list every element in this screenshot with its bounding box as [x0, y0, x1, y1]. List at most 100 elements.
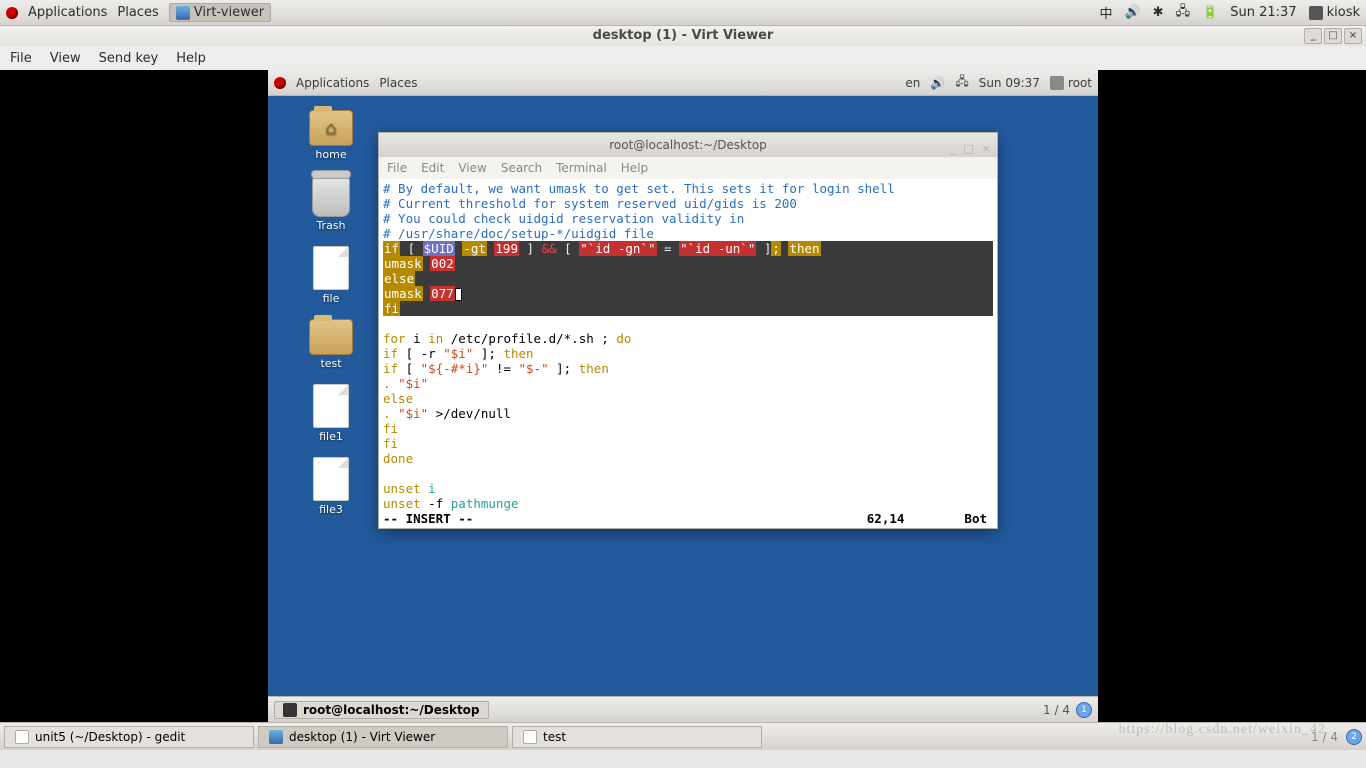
power-icon	[1309, 6, 1323, 20]
term-menu-edit[interactable]: Edit	[421, 161, 444, 175]
desktop-icon-file[interactable]: file	[296, 246, 366, 305]
term-menu-help[interactable]: Help	[621, 161, 648, 175]
guest-desktop[interactable]: Applications Places en 🔊 🖧 Sun 09:37 roo…	[268, 70, 1098, 722]
desktop-icon-file3[interactable]: file3	[296, 457, 366, 516]
redhat-icon	[274, 77, 286, 89]
code-comment: # Current threshold for system reserved …	[383, 196, 993, 211]
minimize-button[interactable]: _	[950, 137, 956, 161]
term-menu-view[interactable]: View	[458, 161, 486, 175]
guest-bottom-panel: root@localhost:~/Desktop 1 / 4 1	[268, 696, 1098, 722]
desktop-icon-trash[interactable]: Trash	[296, 175, 366, 232]
network-icon[interactable]: 🖧	[1176, 2, 1191, 24]
file-icon	[313, 384, 349, 428]
desktop-icon-file1[interactable]: file1	[296, 384, 366, 443]
code-line-highlight: else	[383, 271, 993, 286]
desktop-icon-test[interactable]: test	[296, 319, 366, 370]
bluetooth-icon[interactable]: ✱	[1153, 5, 1164, 20]
code-line: . "$i" >/dev/null	[383, 406, 993, 421]
vim-status-line: -- INSERT --62,14Bot	[383, 511, 993, 526]
ime-indicator[interactable]: 中	[1099, 3, 1112, 22]
code-line-highlight: umask 002	[383, 256, 993, 271]
close-button[interactable]: ×	[1344, 28, 1362, 44]
cursor	[455, 288, 462, 301]
maximize-button[interactable]: □	[963, 137, 973, 161]
taskbar-item-gedit[interactable]: unit5 (~/Desktop) - gedit	[4, 726, 254, 748]
guest-user-label: root	[1068, 76, 1092, 90]
workspace-indicator[interactable]: 1 / 4	[1043, 703, 1070, 717]
host-applications-menu[interactable]: Applications	[28, 5, 107, 20]
file-icon	[313, 457, 349, 501]
host-task-label: Virt-viewer	[194, 5, 264, 20]
redhat-icon	[6, 7, 18, 19]
taskbar-item-test[interactable]: test	[512, 726, 762, 748]
vim-scroll: Bot	[964, 511, 993, 526]
code-line: if [ -r "$i" ]; then	[383, 346, 993, 361]
code-comment: # By default, we want umask to get set. …	[383, 181, 993, 196]
vm-display-area: Applications Places en 🔊 🖧 Sun 09:37 roo…	[0, 70, 1366, 722]
folder-icon	[309, 319, 353, 355]
close-button[interactable]: ×	[982, 137, 991, 161]
volume-icon[interactable]: 🔊	[1124, 5, 1140, 20]
icon-label: file1	[319, 430, 343, 443]
file-icon	[313, 246, 349, 290]
code-line: unset -f pathmunge	[383, 496, 993, 511]
workspace-switcher-icon[interactable]: 1	[1076, 702, 1092, 718]
terminal-title: root@localhost:~/Desktop	[609, 138, 767, 152]
vim-position: 62,14	[867, 511, 965, 526]
document-icon	[523, 730, 537, 744]
battery-icon[interactable]: 🔋	[1202, 5, 1218, 20]
code-line: if [ "${-#*i}" != "$-" ]; then	[383, 361, 993, 376]
code-line: unset i	[383, 481, 993, 496]
code-line: done	[383, 451, 993, 466]
guest-applications-menu[interactable]: Applications	[296, 76, 369, 90]
virt-menu-file[interactable]: File	[10, 51, 32, 66]
icon-label: Trash	[316, 219, 345, 232]
task-label: unit5 (~/Desktop) - gedit	[35, 730, 185, 744]
host-user-menu[interactable]: kiosk	[1309, 5, 1360, 20]
code-comment: # /usr/share/doc/setup-*/uidgid file	[383, 226, 993, 241]
guest-clock[interactable]: Sun 09:37	[979, 76, 1040, 90]
icon-label: file3	[319, 503, 343, 516]
guest-lang-indicator[interactable]: en	[905, 76, 920, 90]
code-line: fi	[383, 421, 993, 436]
terminal-window[interactable]: root@localhost:~/Desktop _ □ × File Edit…	[378, 132, 998, 529]
workspace-switcher-icon[interactable]: 2	[1346, 729, 1362, 745]
folder-home-icon	[309, 110, 353, 146]
icon-label: home	[315, 148, 346, 161]
term-menu-file[interactable]: File	[387, 161, 407, 175]
virt-menu-help[interactable]: Help	[176, 51, 206, 66]
network-icon[interactable]: 🖧	[955, 72, 968, 93]
maximize-button[interactable]: □	[1324, 28, 1342, 44]
minimize-button[interactable]: _	[1304, 28, 1322, 44]
host-top-panel: Applications Places Virt-viewer 中 🔊 ✱ 🖧 …	[0, 0, 1366, 26]
virt-window-title: desktop (1) - Virt Viewer	[593, 28, 774, 43]
guest-places-menu[interactable]: Places	[379, 76, 417, 90]
virt-menu-sendkey[interactable]: Send key	[99, 51, 159, 66]
code-comment: # You could check uidgid reservation val…	[383, 211, 993, 226]
code-line: . "$i"	[383, 376, 993, 391]
host-clock[interactable]: Sun 21:37	[1230, 5, 1296, 20]
task-label: root@localhost:~/Desktop	[303, 703, 480, 717]
guest-user-menu[interactable]: root	[1050, 76, 1092, 90]
volume-icon[interactable]: 🔊	[930, 76, 945, 90]
host-task-virtviewer[interactable]: Virt-viewer	[169, 3, 271, 22]
term-menu-terminal[interactable]: Terminal	[556, 161, 607, 175]
guest-task-terminal[interactable]: root@localhost:~/Desktop	[274, 701, 489, 719]
task-label: desktop (1) - Virt Viewer	[289, 730, 435, 744]
monitor-icon	[269, 730, 283, 744]
virt-window-titlebar[interactable]: desktop (1) - Virt Viewer _ □ ×	[0, 26, 1366, 46]
code-line	[383, 316, 993, 331]
virt-menu-view[interactable]: View	[50, 51, 81, 66]
code-line	[383, 466, 993, 481]
code-line: for i in /etc/profile.d/*.sh ; do	[383, 331, 993, 346]
host-places-menu[interactable]: Places	[117, 5, 158, 20]
terminal-titlebar[interactable]: root@localhost:~/Desktop _ □ ×	[379, 133, 997, 157]
code-line-highlight: fi	[383, 301, 993, 316]
terminal-icon	[283, 703, 297, 717]
term-menu-search[interactable]: Search	[501, 161, 542, 175]
taskbar-item-virtviewer[interactable]: desktop (1) - Virt Viewer	[258, 726, 508, 748]
desktop-icon-home[interactable]: home	[296, 110, 366, 161]
terminal-content[interactable]: # By default, we want umask to get set. …	[379, 179, 997, 528]
monitor-icon	[176, 6, 190, 20]
code-line-highlight: umask 077	[383, 286, 993, 301]
